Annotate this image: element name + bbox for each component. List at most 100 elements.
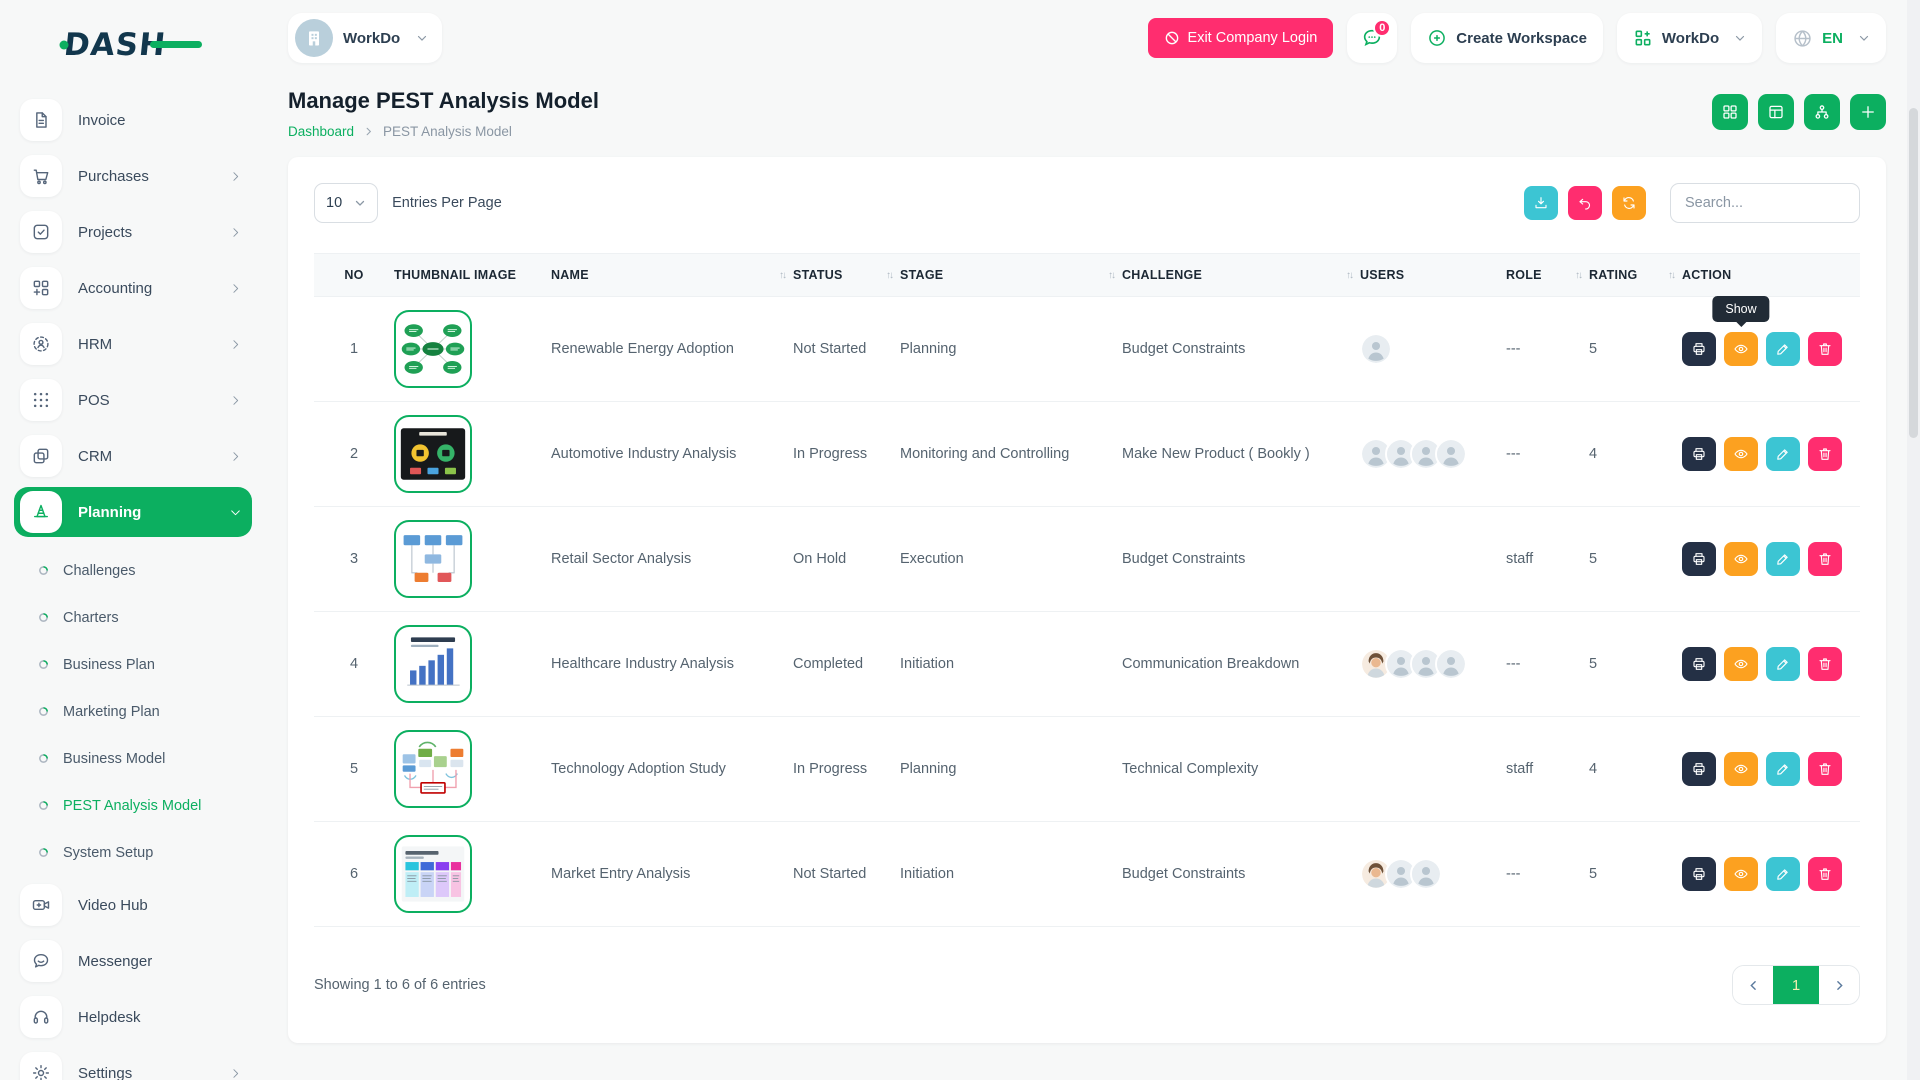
show-button[interactable]	[1724, 542, 1758, 576]
tooltip-show: Show	[1712, 296, 1769, 322]
delete-button[interactable]	[1808, 542, 1842, 576]
sidebar-item-projects[interactable]: Projects	[14, 207, 252, 257]
column-header-no: NO	[314, 268, 394, 282]
entries-per-page-label: Entries Per Page	[392, 195, 502, 211]
cell-status: Not Started	[793, 341, 900, 357]
table-row: 2Automotive Industry AnalysisIn Progress…	[314, 402, 1860, 507]
column-label: STATUS	[793, 268, 843, 282]
pagination-page-1[interactable]: 1	[1773, 966, 1819, 1004]
sidebar-item-pos[interactable]: POS	[14, 375, 252, 425]
sidebar-item-video-hub[interactable]: Video Hub	[14, 880, 252, 930]
export-download-button[interactable]	[1524, 186, 1558, 220]
print-button[interactable]	[1682, 857, 1716, 891]
print-icon	[1691, 866, 1707, 882]
sidebar-item-helpdesk[interactable]: Helpdesk	[14, 992, 252, 1042]
show-button[interactable]	[1724, 857, 1758, 891]
edit-button[interactable]	[1766, 437, 1800, 471]
sidebar-item-planning[interactable]: Planning	[14, 487, 252, 537]
refresh-button[interactable]	[1612, 186, 1646, 220]
show-button[interactable]	[1724, 332, 1758, 366]
cell-no: 3	[314, 551, 394, 567]
user-avatar-placeholder[interactable]	[1435, 648, 1467, 680]
user-avatar-placeholder[interactable]	[1410, 858, 1442, 890]
entries-per-page-select[interactable]: 10	[314, 183, 378, 223]
delete-icon	[1817, 761, 1833, 777]
table-view-button[interactable]	[1758, 94, 1794, 130]
delete-button[interactable]	[1808, 437, 1842, 471]
sidebar-item-hrm[interactable]: HRM	[14, 319, 252, 369]
column-header-name[interactable]: NAME↑↓	[551, 268, 793, 282]
hrm-icon	[20, 323, 62, 365]
sort-icon: ↑↓	[886, 270, 892, 281]
column-header-challenge[interactable]: CHALLENGE↑↓	[1122, 268, 1360, 282]
sidebar-item-crm[interactable]: CRM	[14, 431, 252, 481]
sidebar-item-charters[interactable]: Charters	[26, 594, 252, 641]
add-button[interactable]	[1850, 94, 1886, 130]
print-icon	[1691, 341, 1707, 357]
sidebar-item-invoice[interactable]: Invoice	[14, 95, 252, 145]
messages-button[interactable]: 0	[1347, 13, 1397, 63]
pagination-prev-button[interactable]	[1733, 966, 1773, 1004]
print-button[interactable]	[1682, 437, 1716, 471]
edit-button[interactable]	[1766, 332, 1800, 366]
pagination-next-button[interactable]	[1819, 966, 1859, 1004]
cell-no: 1	[314, 341, 394, 357]
exit-company-login-button[interactable]: Exit Company Login	[1148, 18, 1334, 58]
dash-logo-icon: DASH	[58, 26, 210, 62]
sidebar-item-messenger[interactable]: Messenger	[14, 936, 252, 986]
sidebar-item-purchases[interactable]: Purchases	[14, 151, 252, 201]
thumbnail-mindmap	[394, 310, 472, 388]
user-avatar-placeholder[interactable]	[1435, 438, 1467, 470]
app-logo[interactable]: DASH	[58, 26, 252, 67]
hierarchy-view-button[interactable]	[1804, 94, 1840, 130]
user-avatar-placeholder[interactable]	[1360, 333, 1392, 365]
language-selector[interactable]: EN	[1776, 13, 1886, 63]
print-button[interactable]	[1682, 332, 1716, 366]
delete-button[interactable]	[1808, 752, 1842, 786]
chevron-right-icon	[229, 338, 242, 351]
delete-button[interactable]	[1808, 332, 1842, 366]
print-button[interactable]	[1682, 542, 1716, 576]
cell-status: In Progress	[793, 446, 900, 462]
column-header-role[interactable]: ROLE↑↓	[1506, 268, 1589, 282]
search-input[interactable]	[1670, 183, 1860, 223]
edit-button[interactable]	[1766, 857, 1800, 891]
show-button[interactable]	[1724, 437, 1758, 471]
delete-button[interactable]	[1808, 647, 1842, 681]
cell-no: 4	[314, 656, 394, 672]
show-icon	[1733, 551, 1749, 567]
edit-button[interactable]	[1766, 647, 1800, 681]
sidebar-item-pest-analysis-model[interactable]: PEST Analysis Model	[26, 782, 252, 829]
grid-view-button[interactable]	[1712, 94, 1748, 130]
scrollbar[interactable]	[1907, 0, 1920, 1080]
column-header-users: USERS	[1360, 268, 1506, 282]
print-button[interactable]	[1682, 647, 1716, 681]
edit-button[interactable]	[1766, 542, 1800, 576]
reset-button[interactable]	[1568, 186, 1602, 220]
cell-role: staff	[1506, 551, 1589, 567]
create-workspace-button[interactable]: Create Workspace	[1411, 13, 1603, 63]
company-selector[interactable]: WorkDo	[288, 13, 442, 63]
cell-thumbnail	[394, 310, 551, 388]
scrollbar-thumb[interactable]	[1909, 108, 1918, 438]
show-button[interactable]	[1724, 752, 1758, 786]
sidebar-item-marketing-plan[interactable]: Marketing Plan	[26, 688, 252, 735]
column-header-stage[interactable]: STAGE↑↓	[900, 268, 1122, 282]
sidebar-item-settings[interactable]: Settings	[14, 1048, 252, 1080]
column-header-rating[interactable]: RATING↑↓	[1589, 268, 1682, 282]
delete-button[interactable]	[1808, 857, 1842, 891]
sidebar-item-system-setup[interactable]: System Setup	[26, 829, 252, 876]
show-icon	[1733, 761, 1749, 777]
sidebar-item-accounting[interactable]: Accounting	[14, 263, 252, 313]
show-button[interactable]	[1724, 647, 1758, 681]
workspace-switcher[interactable]: WorkDo	[1617, 13, 1762, 63]
sidebar-item-challenges[interactable]: Challenges	[26, 547, 252, 594]
cell-users	[1360, 648, 1506, 680]
sidebar-item-business-plan[interactable]: Business Plan	[26, 641, 252, 688]
breadcrumb-dashboard-link[interactable]: Dashboard	[288, 124, 354, 139]
sidebar-item-business-model[interactable]: Business Model	[26, 735, 252, 782]
edit-button[interactable]	[1766, 752, 1800, 786]
helpdesk-icon	[20, 996, 62, 1038]
column-header-status[interactable]: STATUS ↑↓	[793, 268, 900, 282]
print-button[interactable]	[1682, 752, 1716, 786]
